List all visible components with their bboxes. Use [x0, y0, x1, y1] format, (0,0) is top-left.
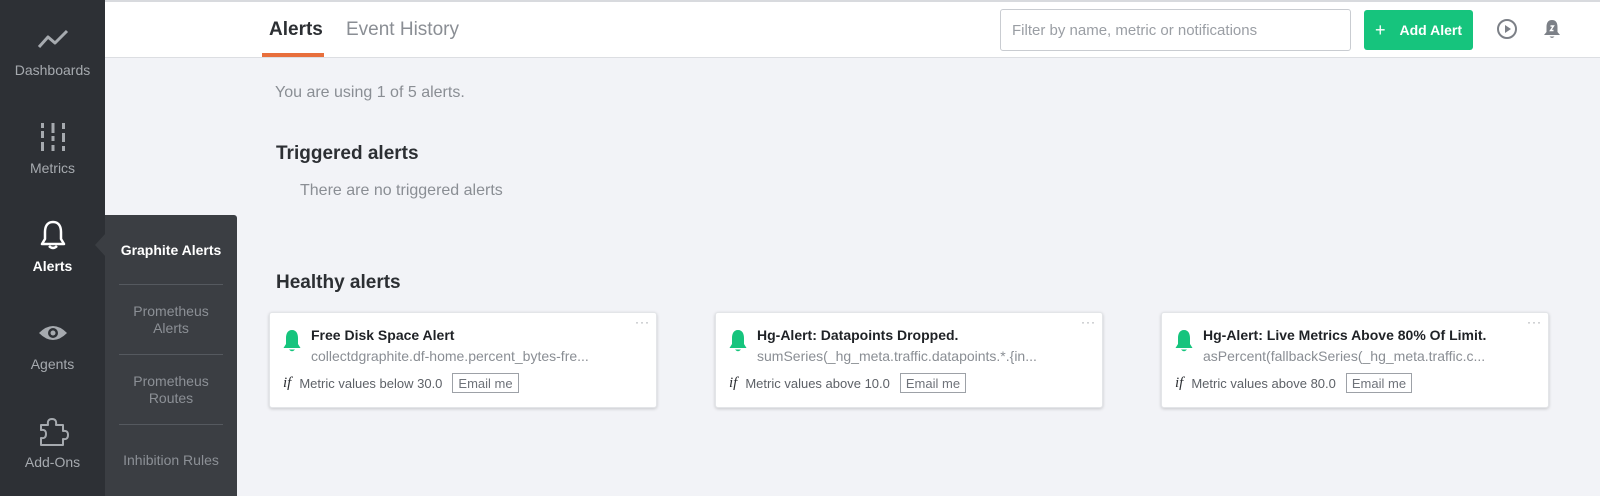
- sidebar-item-metrics[interactable]: Metrics: [0, 98, 105, 198]
- notification-tag[interactable]: Email me: [899, 373, 967, 393]
- submenu-item-prometheus-routes[interactable]: Prometheus Routes: [119, 355, 223, 425]
- sidebar-item-label: Metrics: [29, 160, 76, 176]
- alert-condition: Metric values above 80.0: [1191, 375, 1336, 391]
- submenu-item-prometheus-alerts[interactable]: Prometheus Alerts: [119, 285, 223, 355]
- sidebar-item-dashboards[interactable]: Dashboards: [0, 0, 105, 100]
- sidebar-nav: Dashboards Metrics Alerts Agents Add-Ons: [0, 0, 105, 496]
- if-label: if: [283, 374, 292, 391]
- bell-icon: [39, 218, 67, 252]
- metrics-icon: [38, 120, 68, 154]
- alert-usage-text: You are using 1 of 5 alerts.: [275, 84, 465, 101]
- more-options-icon[interactable]: ···: [1527, 315, 1542, 329]
- healthy-bell-icon: [282, 329, 302, 358]
- sidebar-item-label: Agents: [30, 356, 75, 372]
- sidebar-item-add-ons[interactable]: Add-Ons: [0, 392, 105, 492]
- alert-condition-row: if Metric values above 10.0 Email me: [729, 373, 967, 393]
- alert-metric: collectdgraphite.df-home.percent_bytes-f…: [311, 348, 589, 364]
- sidebar-item-label: Add-Ons: [24, 454, 81, 470]
- triggered-empty-message: There are no triggered alerts: [300, 182, 503, 199]
- alert-condition-row: if Metric values below 30.0 Email me: [283, 373, 519, 393]
- add-alert-button[interactable]: + Add Alert: [1364, 10, 1473, 50]
- sidebar-item-label: Alerts: [32, 258, 73, 274]
- more-options-icon[interactable]: ···: [1081, 315, 1096, 329]
- puzzle-icon: [37, 414, 69, 448]
- more-options-icon[interactable]: ···: [635, 315, 650, 329]
- add-alert-label: Add Alert: [1399, 22, 1462, 38]
- alert-condition: Metric values above 10.0: [745, 375, 890, 391]
- filter-input[interactable]: [1000, 9, 1351, 51]
- healthy-bell-icon: [1174, 329, 1194, 358]
- sidebar-item-label: Dashboards: [14, 62, 91, 78]
- alert-title[interactable]: Hg-Alert: Datapoints Dropped.: [757, 327, 958, 343]
- eye-icon: [37, 316, 69, 350]
- alert-title[interactable]: Hg-Alert: Live Metrics Above 80% Of Limi…: [1203, 327, 1486, 343]
- alert-condition-row: if Metric values above 80.0 Email me: [1175, 373, 1413, 393]
- notification-tag[interactable]: Email me: [1345, 373, 1413, 393]
- if-label: if: [729, 374, 738, 391]
- alert-metric: sumSeries(_hg_meta.traffic.datapoints.*.…: [757, 348, 1037, 364]
- notifications-bell-icon[interactable]: [1540, 17, 1564, 41]
- sidebar-item-agents[interactable]: Agents: [0, 294, 105, 394]
- alert-card[interactable]: ··· Free Disk Space Alert collectdgraphi…: [269, 312, 657, 408]
- tab-alerts[interactable]: Alerts: [269, 2, 323, 58]
- healthy-alerts-heading: Healthy alerts: [276, 272, 401, 293]
- alert-condition: Metric values below 30.0: [299, 375, 443, 391]
- chart-line-icon: [37, 22, 69, 56]
- alert-card[interactable]: ··· Hg-Alert: Datapoints Dropped. sumSer…: [715, 312, 1103, 408]
- healthy-bell-icon: [728, 329, 748, 358]
- plus-icon: +: [1375, 19, 1386, 40]
- alert-card[interactable]: ··· Hg-Alert: Live Metrics Above 80% Of …: [1161, 312, 1549, 408]
- notification-tag[interactable]: Email me: [452, 373, 519, 393]
- if-label: if: [1175, 374, 1184, 391]
- play-icon[interactable]: [1495, 17, 1519, 41]
- triggered-alerts-heading: Triggered alerts: [276, 143, 419, 164]
- alert-title[interactable]: Free Disk Space Alert: [311, 327, 454, 343]
- submenu-item-graphite-alerts[interactable]: Graphite Alerts: [119, 215, 223, 285]
- alert-metric: asPercent(fallbackSeries(_hg_meta.traffi…: [1203, 348, 1486, 364]
- sidebar-item-alerts[interactable]: Alerts: [0, 196, 105, 296]
- tab-event-history[interactable]: Event History: [346, 2, 459, 58]
- active-tab-indicator: [262, 53, 324, 57]
- alerts-submenu: Graphite Alerts Prometheus Alerts Promet…: [105, 215, 237, 496]
- submenu-item-inhibition-rules[interactable]: Inhibition Rules: [119, 425, 223, 495]
